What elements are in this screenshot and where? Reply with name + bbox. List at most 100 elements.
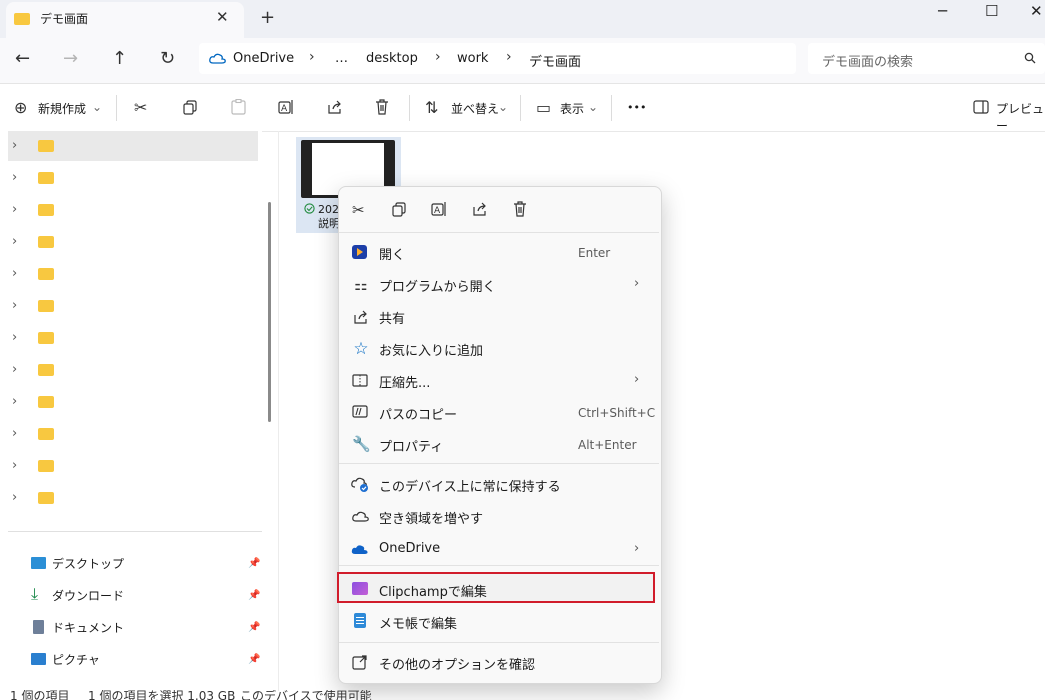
expand-chevron-icon[interactable]: › — [12, 458, 17, 473]
folder-icon — [14, 13, 30, 25]
download-icon: ⤓ — [31, 584, 39, 603]
menu-item-free-space[interactable]: 空き領域を増やす — [379, 508, 483, 527]
shortcut-properties: Alt+Enter — [578, 438, 637, 452]
delete-icon[interactable] — [375, 99, 389, 115]
chevron-down-icon[interactable]: ⌄ — [92, 100, 102, 114]
search-input[interactable]: デモ画面の検索 — [822, 51, 913, 70]
expand-chevron-icon[interactable]: › — [12, 234, 17, 249]
cut-icon[interactable]: ✂ — [352, 201, 365, 219]
copy-icon[interactable] — [183, 100, 198, 115]
expand-chevron-icon[interactable]: › — [12, 394, 17, 409]
more-options-button[interactable]: ••• — [627, 101, 646, 114]
close-window-icon[interactable]: ✕ — [1030, 2, 1043, 20]
new-button[interactable]: 新規作成 — [38, 100, 86, 117]
folder-icon[interactable] — [38, 396, 54, 408]
folder-icon[interactable] — [38, 428, 54, 440]
delete-icon[interactable] — [513, 201, 527, 217]
expand-chevron-icon[interactable]: › — [12, 330, 17, 345]
rename-icon[interactable]: A — [431, 201, 448, 217]
rename-icon[interactable]: A — [278, 99, 295, 115]
menu-item-add-favorites[interactable]: お気に入りに追加 — [379, 340, 483, 359]
toolbar-divider — [409, 95, 410, 121]
view-icon[interactable]: ▭ — [536, 98, 551, 117]
paste-icon[interactable] — [231, 99, 246, 115]
menu-item-edit-clipchamp[interactable]: Clipchampで編集 — [379, 581, 487, 600]
view-button[interactable]: 表示 — [560, 100, 584, 117]
menu-item-more-options[interactable]: その他のオプションを確認 — [379, 654, 535, 673]
breadcrumb-desktop[interactable]: desktop — [366, 51, 418, 66]
menu-item-properties[interactable]: プロパティ — [379, 436, 443, 455]
up-icon[interactable]: ↑ — [112, 48, 127, 69]
file-name-line2: 説明 — [318, 217, 340, 230]
new-tab-icon[interactable]: + — [260, 7, 275, 28]
folder-icon[interactable] — [38, 268, 54, 280]
expand-chevron-icon[interactable]: › — [12, 202, 17, 217]
breadcrumb-work[interactable]: work — [457, 51, 488, 66]
menu-item-compress[interactable]: 圧縮先... — [379, 372, 430, 391]
expand-chevron-icon[interactable]: › — [12, 266, 17, 281]
expand-chevron-icon[interactable]: › — [12, 298, 17, 313]
cut-icon[interactable]: ✂ — [134, 98, 147, 117]
open-with-icon: ⚏ — [354, 276, 368, 294]
copy-icon[interactable] — [392, 202, 407, 217]
folder-icon[interactable] — [38, 204, 54, 216]
sidebar-item-pictures[interactable]: ピクチャ — [52, 651, 100, 668]
folder-icon[interactable] — [38, 140, 54, 152]
pin-icon[interactable]: 📌 — [248, 558, 260, 569]
chevron-down-icon[interactable]: ⌄ — [498, 100, 508, 114]
sort-button[interactable]: 並べ替え — [451, 100, 499, 117]
expand-chevron-icon[interactable]: › — [12, 490, 17, 505]
share-icon — [354, 310, 367, 324]
breadcrumb-demo[interactable]: デモ画面 — [529, 51, 581, 70]
forward-icon[interactable]: → — [63, 48, 78, 69]
document-icon — [33, 620, 44, 634]
refresh-icon[interactable]: ↻ — [160, 48, 175, 69]
sidebar-item-desktop[interactable]: デスクトップ — [52, 555, 124, 572]
pin-icon[interactable]: 📌 — [248, 590, 260, 601]
menu-item-open[interactable]: 開く — [379, 244, 405, 263]
folder-icon[interactable] — [38, 172, 54, 184]
folder-icon[interactable] — [38, 332, 54, 344]
maximize-icon[interactable]: ☐ — [985, 2, 998, 20]
sidebar-item-documents[interactable]: ドキュメント — [52, 619, 124, 636]
folder-icon[interactable] — [38, 492, 54, 504]
preview-button[interactable]: プレビュー — [996, 100, 1045, 134]
sidebar-scrollbar[interactable] — [268, 202, 271, 422]
share-icon[interactable] — [327, 99, 343, 115]
expand-chevron-icon[interactable]: › — [12, 426, 17, 441]
minimize-icon[interactable]: ─ — [938, 2, 947, 20]
menu-item-onedrive[interactable]: OneDrive — [379, 541, 440, 556]
share-icon[interactable] — [472, 201, 488, 217]
breadcrumb-onedrive[interactable]: OneDrive — [233, 51, 294, 66]
toolbar-divider — [611, 95, 612, 121]
folder-icon[interactable] — [38, 364, 54, 376]
pin-icon[interactable]: 📌 — [248, 654, 260, 665]
close-tab-icon[interactable]: ✕ — [216, 8, 229, 26]
breadcrumb-chevron-icon: › — [309, 49, 315, 65]
pin-icon[interactable]: 📌 — [248, 622, 260, 633]
chevron-down-icon[interactable]: ⌄ — [588, 100, 598, 114]
shortcut-open: Enter — [578, 246, 611, 260]
sidebar-divider — [8, 531, 262, 532]
menu-item-share[interactable]: 共有 — [379, 308, 405, 327]
folder-icon[interactable] — [38, 236, 54, 248]
expand-chevron-icon[interactable]: › — [12, 362, 17, 377]
expand-chevron-icon[interactable]: › — [12, 138, 17, 153]
folder-icon[interactable] — [38, 300, 54, 312]
sidebar-item-downloads[interactable]: ダウンロード — [52, 587, 124, 604]
cloud-icon — [352, 511, 369, 522]
sort-icon[interactable]: ⇅ — [425, 98, 438, 117]
back-icon[interactable]: ← — [15, 48, 30, 69]
folder-icon[interactable] — [38, 460, 54, 472]
menu-item-copy-path[interactable]: パスのコピー — [379, 404, 457, 423]
breadcrumb-ellipsis[interactable]: … — [335, 51, 348, 66]
menu-item-keep-on-device[interactable]: このデバイス上に常に保持する — [379, 476, 561, 495]
new-icon[interactable]: ⊕ — [14, 98, 27, 117]
copy-path-icon — [352, 405, 368, 418]
menu-item-edit-notepad[interactable]: メモ帳で編集 — [379, 613, 457, 632]
expand-chevron-icon[interactable]: › — [12, 170, 17, 185]
breadcrumb-chevron-icon: › — [435, 49, 441, 65]
menu-item-open-with[interactable]: プログラムから開く — [379, 276, 496, 295]
search-icon — [1024, 52, 1036, 64]
preview-pane-icon[interactable] — [973, 100, 989, 114]
